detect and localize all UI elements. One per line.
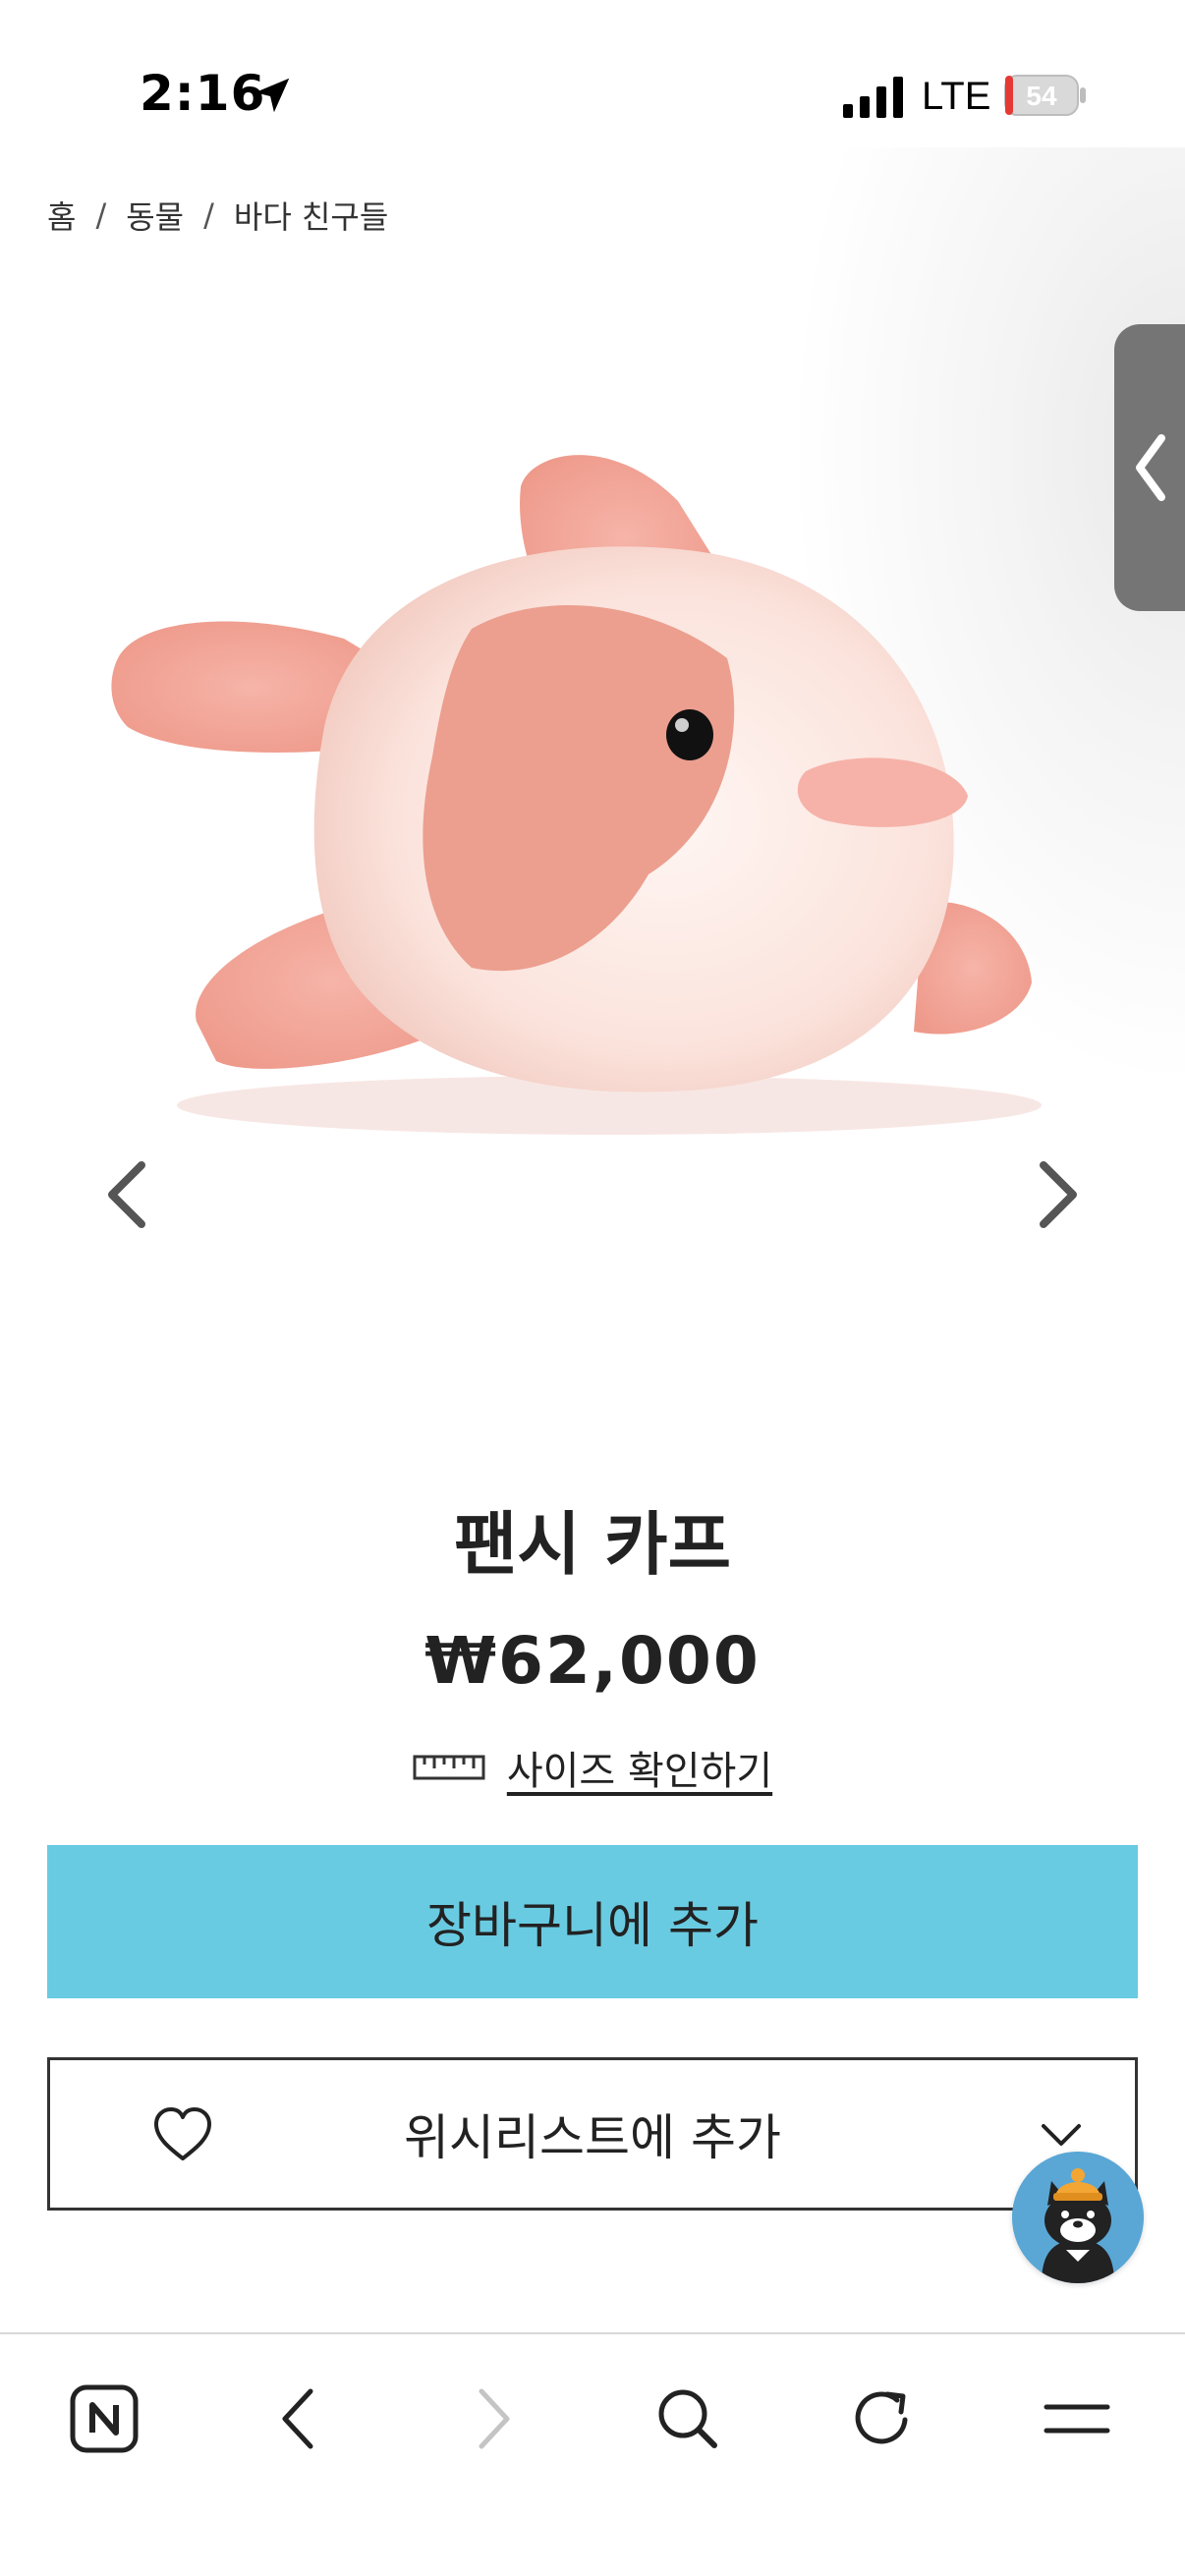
breadcrumb-separator: /: [95, 196, 107, 234]
naver-home-icon[interactable]: [55, 2370, 153, 2468]
breadcrumb-animals[interactable]: 동물: [126, 193, 184, 238]
heart-icon: [154, 2107, 211, 2160]
chat-bot-avatar[interactable]: [1012, 2152, 1144, 2283]
battery-icon: 54: [1004, 75, 1086, 116]
breadcrumb-sea-friends[interactable]: 바다 친구들: [234, 193, 388, 238]
chevron-left-icon: [1136, 434, 1165, 501]
ruler-icon: [413, 1755, 485, 1780]
menu-icon[interactable]: [1028, 2370, 1126, 2468]
location-arrow-icon: [254, 78, 290, 113]
previous-image-button[interactable]: [98, 1155, 157, 1234]
cat-mascot-icon: [1012, 2152, 1144, 2283]
breadcrumb-home[interactable]: 홈: [47, 193, 76, 238]
browser-toolbar: [0, 2332, 1185, 2576]
add-to-wishlist-button[interactable]: 위시리스트에 추가: [47, 2057, 1138, 2211]
search-icon[interactable]: [639, 2370, 737, 2468]
status-time: 2:16: [140, 65, 266, 122]
product-image[interactable]: [98, 432, 1081, 1159]
add-to-cart-button[interactable]: 장바구니에 추가: [47, 1845, 1138, 1998]
side-drawer-tab[interactable]: [1114, 324, 1185, 611]
wishlist-label: 위시리스트에 추가: [404, 2109, 781, 2166]
battery-level: 54: [1026, 81, 1057, 111]
next-image-button[interactable]: [1028, 1155, 1087, 1234]
carrier-label: LTE: [922, 75, 991, 118]
product-title: 팬시 카프: [454, 1504, 731, 1585]
reload-icon[interactable]: [833, 2370, 931, 2468]
breadcrumb-separator: /: [203, 196, 214, 234]
cellular-signal-icon: [843, 77, 903, 118]
forward-icon[interactable]: [444, 2370, 542, 2468]
product-price: ₩62,000: [424, 1623, 761, 1699]
size-guide-label: 사이즈 확인하기: [506, 1749, 773, 1794]
chevron-down-icon[interactable]: [1041, 2123, 1082, 2149]
back-icon[interactable]: [250, 2370, 348, 2468]
size-guide-link[interactable]: 사이즈 확인하기: [0, 1739, 1185, 1796]
breadcrumb: 홈 / 동물 / 바다 친구들: [47, 193, 388, 238]
